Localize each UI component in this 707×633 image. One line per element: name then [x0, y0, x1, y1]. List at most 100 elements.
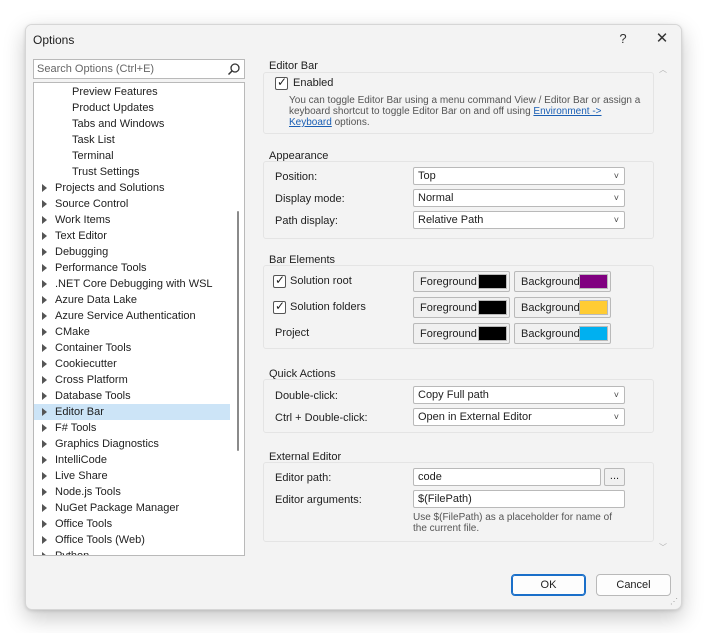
- tree-item[interactable]: Python: [34, 548, 230, 555]
- scroll-up-icon[interactable]: ︿: [659, 64, 667, 75]
- expand-arrow-icon[interactable]: [42, 392, 47, 400]
- keyboard-link[interactable]: Keyboard: [289, 117, 332, 128]
- tree-item-label: Projects and Solutions: [55, 182, 165, 194]
- tree-item[interactable]: Preview Features: [34, 84, 230, 100]
- tree-item[interactable]: Trust Settings: [34, 164, 230, 180]
- tree-item[interactable]: Cross Platform: [34, 372, 230, 388]
- expand-arrow-icon[interactable]: [42, 488, 47, 496]
- tree-item[interactable]: Node.js Tools: [34, 484, 230, 500]
- tree-scrollbar[interactable]: [237, 211, 239, 451]
- tree-item[interactable]: Database Tools: [34, 388, 230, 404]
- check-icon: ✓: [275, 299, 286, 313]
- enabled-checkbox[interactable]: ✓: [275, 75, 288, 90]
- tree-item[interactable]: CMake: [34, 324, 230, 340]
- tree-item[interactable]: F# Tools: [34, 420, 230, 436]
- double-click-select[interactable]: Copy Full path ˅: [413, 386, 625, 404]
- editor-arguments-input[interactable]: $(FilePath): [413, 490, 625, 508]
- tree-item[interactable]: Terminal: [34, 148, 230, 164]
- expand-arrow-icon[interactable]: [42, 264, 47, 272]
- foreground-color-button[interactable]: Foreground: [413, 323, 510, 344]
- tree-item[interactable]: Text Editor: [34, 228, 230, 244]
- help-button[interactable]: ?: [611, 29, 635, 49]
- position-select[interactable]: Top ˅: [413, 167, 625, 185]
- check-icon: ✓: [277, 75, 288, 89]
- bar-element-label: Solution folders: [290, 301, 366, 313]
- expand-arrow-icon[interactable]: [42, 328, 47, 336]
- resize-grip-icon[interactable]: ⋰: [670, 597, 678, 606]
- bar-element-checkbox[interactable]: ✓: [273, 299, 286, 314]
- search-input[interactable]: Search Options (Ctrl+E): [33, 59, 245, 79]
- tree-item[interactable]: Task List: [34, 132, 230, 148]
- expand-arrow-icon[interactable]: [42, 424, 47, 432]
- expand-arrow-icon[interactable]: [42, 536, 47, 544]
- path-display-label: Path display:: [275, 215, 338, 227]
- expand-arrow-icon[interactable]: [42, 216, 47, 224]
- tree-item[interactable]: NuGet Package Manager: [34, 500, 230, 516]
- tree-item[interactable]: Office Tools (Web): [34, 532, 230, 548]
- foreground-color-button[interactable]: Foreground: [413, 297, 510, 318]
- expand-arrow-icon[interactable]: [42, 360, 47, 368]
- expand-arrow-icon[interactable]: [42, 408, 47, 416]
- tree-item[interactable]: IntelliCode: [34, 452, 230, 468]
- expand-arrow-icon[interactable]: [42, 184, 47, 192]
- path-display-select[interactable]: Relative Path ˅: [413, 211, 625, 229]
- chevron-down-icon: ˅: [613, 171, 619, 181]
- tree-item[interactable]: Projects and Solutions: [34, 180, 230, 196]
- tree-item[interactable]: Debugging: [34, 244, 230, 260]
- bar-element-checkbox[interactable]: ✓: [273, 273, 286, 288]
- tree-item[interactable]: Azure Data Lake: [34, 292, 230, 308]
- expand-arrow-icon[interactable]: [42, 344, 47, 352]
- expand-arrow-icon[interactable]: [42, 232, 47, 240]
- tree-item-label: Performance Tools: [55, 262, 147, 274]
- tree-item-label: Tabs and Windows: [72, 118, 165, 130]
- tree-item[interactable]: .NET Core Debugging with WSL: [34, 276, 230, 292]
- editor-bar-heading: Editor Bar: [269, 60, 318, 72]
- tree-item[interactable]: Live Share: [34, 468, 230, 484]
- tree-item[interactable]: Performance Tools: [34, 260, 230, 276]
- tree-item[interactable]: Container Tools: [34, 340, 230, 356]
- cancel-button[interactable]: Cancel: [596, 574, 671, 596]
- title-bar: Options ? ✕: [26, 25, 681, 53]
- tree-item[interactable]: Azure Service Authentication: [34, 308, 230, 324]
- tree-item[interactable]: Editor Bar: [34, 404, 230, 420]
- expand-arrow-icon[interactable]: [42, 376, 47, 384]
- editor-path-input[interactable]: code: [413, 468, 601, 486]
- tree-item[interactable]: Office Tools: [34, 516, 230, 532]
- display-mode-select[interactable]: Normal ˅: [413, 189, 625, 207]
- expand-arrow-icon[interactable]: [42, 440, 47, 448]
- tree-item-label: Office Tools (Web): [55, 534, 145, 546]
- background-color-button[interactable]: Background: [514, 297, 611, 318]
- tree-item[interactable]: Tabs and Windows: [34, 116, 230, 132]
- close-button[interactable]: ✕: [650, 29, 674, 49]
- expand-arrow-icon[interactable]: [42, 456, 47, 464]
- expand-arrow-icon[interactable]: [42, 248, 47, 256]
- tree-item-label: Office Tools: [55, 518, 113, 530]
- background-color-button[interactable]: Background: [514, 271, 611, 292]
- expand-arrow-icon[interactable]: [42, 472, 47, 480]
- expand-arrow-icon[interactable]: [42, 552, 47, 555]
- environment-link[interactable]: Environment ->: [533, 106, 601, 117]
- expand-arrow-icon[interactable]: [42, 280, 47, 288]
- background-color-button[interactable]: Background: [514, 323, 611, 344]
- expand-arrow-icon[interactable]: [42, 520, 47, 528]
- ctrl-double-click-select[interactable]: Open in External Editor ˅: [413, 408, 625, 426]
- expand-arrow-icon[interactable]: [42, 504, 47, 512]
- ok-button[interactable]: OK: [511, 574, 586, 596]
- scroll-down-icon[interactable]: ﹀: [659, 542, 667, 553]
- enabled-label: Enabled: [293, 77, 334, 89]
- tree-item[interactable]: Work Items: [34, 212, 230, 228]
- position-value: Top: [418, 170, 436, 182]
- browse-button[interactable]: ...: [604, 468, 625, 486]
- color-swatch: [579, 326, 608, 341]
- desc-line-2-text: keyboard shortcut to toggle Editor Bar o…: [289, 106, 534, 117]
- tree-item[interactable]: Cookiecutter: [34, 356, 230, 372]
- expand-arrow-icon[interactable]: [42, 296, 47, 304]
- tree-item[interactable]: Source Control: [34, 196, 230, 212]
- expand-arrow-icon[interactable]: [42, 200, 47, 208]
- tree-item[interactable]: Graphics Diagnostics: [34, 436, 230, 452]
- foreground-color-button[interactable]: Foreground: [413, 271, 510, 292]
- options-tree[interactable]: Preview Features Product Updates Tabs and …: [33, 82, 245, 556]
- expand-arrow-icon[interactable]: [42, 312, 47, 320]
- tree-item[interactable]: Product Updates: [34, 100, 230, 116]
- chevron-down-icon: ˅: [613, 390, 619, 400]
